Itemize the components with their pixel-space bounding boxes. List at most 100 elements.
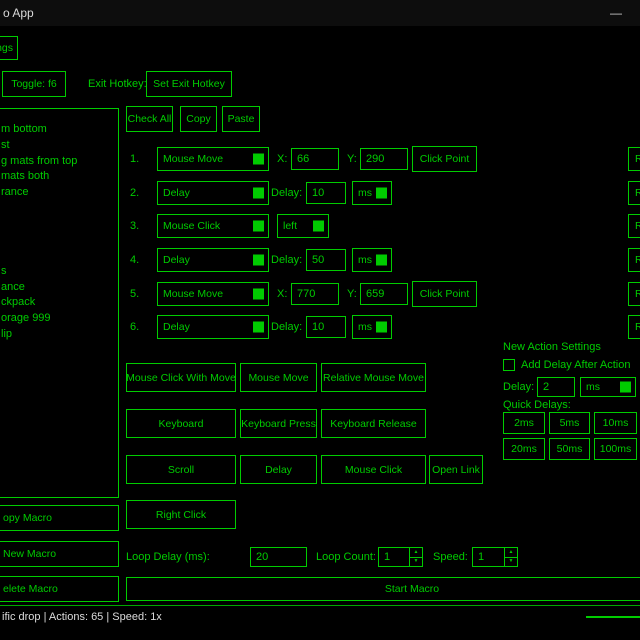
dropdown-indicator-icon: [253, 322, 264, 333]
action-type-dropdown[interactable]: Mouse Move: [157, 282, 269, 306]
macro-list-item[interactable]: st: [1, 139, 10, 151]
add-delay-after-action-checkbox[interactable]: [503, 359, 515, 371]
exit-hotkey-label: Exit Hotkey:: [88, 78, 147, 91]
action-type-dropdown[interactable]: Mouse Click: [157, 214, 269, 238]
add-keyboard-button[interactable]: Keyboard: [126, 409, 236, 438]
loop-delay-label: Loop Delay (ms):: [126, 551, 210, 564]
macro-list-item[interactable]: g mats from top: [1, 155, 77, 167]
new-action-delay-unit-dropdown[interactable]: ms: [580, 377, 636, 397]
add-right-click-button[interactable]: Right Click: [126, 500, 236, 529]
check-all-button[interactable]: Check All: [126, 106, 173, 132]
action-row-number: 1.: [130, 153, 139, 166]
loop-count-stepper[interactable]: 1 ▲ ▼: [378, 547, 423, 567]
stepper-arrows: ▲ ▼: [409, 548, 422, 566]
speed-stepper[interactable]: 1 ▲ ▼: [472, 547, 518, 567]
new-action-delay-input[interactable]: [537, 377, 575, 397]
macro-list-item[interactable]: mats both: [1, 170, 49, 182]
set-exit-hotkey-button[interactable]: Set Exit Hotkey: [146, 71, 232, 97]
action-type-value: Mouse Move: [158, 288, 223, 300]
macro-list-item[interactable]: rance: [1, 186, 29, 198]
delete-macro-button[interactable]: elete Macro: [0, 576, 119, 602]
delay-unit-dropdown[interactable]: ms: [352, 315, 392, 339]
add-open-link-button[interactable]: Open Link: [429, 455, 483, 484]
dropdown-indicator-icon: [376, 255, 387, 266]
macro-list-item[interactable]: orage 999: [1, 312, 51, 324]
add-mouse-move-button[interactable]: Mouse Move: [240, 363, 317, 392]
delay-unit-value: ms: [353, 321, 372, 333]
stepper-down-icon[interactable]: ▼: [410, 558, 422, 567]
new-macro-button[interactable]: New Macro: [0, 541, 119, 567]
delay-unit-value: ms: [353, 254, 372, 266]
delay-input[interactable]: [306, 182, 346, 204]
copy-actions-button[interactable]: Copy: [180, 106, 217, 132]
click-point-button[interactable]: Click Point: [412, 146, 477, 172]
macro-list-item[interactable]: ckpack: [1, 296, 35, 308]
delay-unit-value: ms: [353, 187, 372, 199]
speed-value: 1: [478, 551, 484, 563]
app-window: o App — ngs Toggle: f6 Exit Hotkey: Set …: [0, 0, 640, 640]
add-keyboard-press-button[interactable]: Keyboard Press: [240, 409, 317, 438]
delay-label: Delay:: [271, 254, 302, 267]
remove-action-button[interactable]: R: [628, 147, 640, 171]
speed-label: Speed:: [433, 551, 468, 564]
action-type-dropdown[interactable]: Delay: [157, 181, 269, 205]
action-row-number: 4.: [130, 254, 139, 267]
macro-list-item[interactable]: s: [1, 265, 7, 277]
quick-delay-50ms-button[interactable]: 50ms: [549, 438, 590, 460]
quick-delay-20ms-button[interactable]: 20ms: [503, 438, 545, 460]
minimize-button[interactable]: —: [596, 0, 636, 26]
action-type-dropdown[interactable]: Mouse Move: [157, 147, 269, 171]
quick-delay-2ms-button[interactable]: 2ms: [503, 412, 545, 434]
click-point-button[interactable]: Click Point: [412, 281, 477, 307]
add-delay-button[interactable]: Delay: [240, 455, 317, 484]
x-input[interactable]: [291, 148, 339, 170]
delay-input[interactable]: [306, 249, 346, 271]
y-input[interactable]: [360, 283, 408, 305]
action-type-value: Delay: [158, 254, 190, 266]
macro-list-item[interactable]: m bottom: [1, 123, 47, 135]
add-mouse-click-button[interactable]: Mouse Click: [321, 455, 426, 484]
x-input[interactable]: [291, 283, 339, 305]
mouse-button-dropdown[interactable]: left: [277, 214, 329, 238]
status-bar-text: ific drop | Actions: 65 | Speed: 1x: [2, 611, 162, 623]
add-relative-mouse-move-button[interactable]: Relative Mouse Move: [321, 363, 426, 392]
stepper-up-icon[interactable]: ▲: [505, 548, 517, 558]
stepper-up-icon[interactable]: ▲: [410, 548, 422, 558]
macro-list-item[interactable]: lip: [1, 328, 12, 340]
remove-action-button[interactable]: R: [628, 248, 640, 272]
dropdown-indicator-icon: [313, 221, 324, 232]
remove-action-button[interactable]: R: [628, 315, 640, 339]
quick-delay-5ms-button[interactable]: 5ms: [549, 412, 590, 434]
mouse-button-value: left: [278, 220, 297, 232]
add-scroll-button[interactable]: Scroll: [126, 455, 236, 484]
copy-macro-button[interactable]: opy Macro: [0, 505, 119, 531]
new-action-delay-label: Delay:: [503, 381, 534, 394]
add-keyboard-release-button[interactable]: Keyboard Release: [321, 409, 426, 438]
quick-delay-100ms-button[interactable]: 100ms: [594, 438, 637, 460]
dropdown-indicator-icon: [253, 289, 264, 300]
quick-delay-10ms-button[interactable]: 10ms: [594, 412, 637, 434]
corner-overlay: [586, 616, 640, 640]
tab-settings[interactable]: ngs: [0, 36, 18, 60]
delay-input[interactable]: [306, 316, 346, 338]
y-input[interactable]: [360, 148, 408, 170]
start-macro-button[interactable]: Start Macro: [126, 577, 640, 601]
quick-delays-label: Quick Delays:: [503, 399, 571, 412]
action-type-dropdown[interactable]: Delay: [157, 248, 269, 272]
status-bar-divider: [0, 605, 640, 606]
loop-delay-input[interactable]: [250, 547, 307, 567]
macro-list-item[interactable]: ance: [1, 281, 25, 293]
delay-unit-dropdown[interactable]: ms: [352, 248, 392, 272]
paste-actions-button[interactable]: Paste: [222, 106, 260, 132]
window-title: o App: [3, 6, 34, 20]
delay-unit-dropdown[interactable]: ms: [352, 181, 392, 205]
remove-action-button[interactable]: R: [628, 282, 640, 306]
stepper-down-icon[interactable]: ▼: [505, 558, 517, 567]
action-type-dropdown[interactable]: Delay: [157, 315, 269, 339]
remove-action-button[interactable]: R: [628, 181, 640, 205]
remove-action-button[interactable]: R: [628, 214, 640, 238]
add-mouse-click-with-move-button[interactable]: Mouse Click With Move: [126, 363, 236, 392]
toggle-hotkey-button[interactable]: Toggle: f6: [2, 71, 66, 97]
delay-label: Delay:: [271, 321, 302, 334]
action-type-value: Delay: [158, 187, 190, 199]
